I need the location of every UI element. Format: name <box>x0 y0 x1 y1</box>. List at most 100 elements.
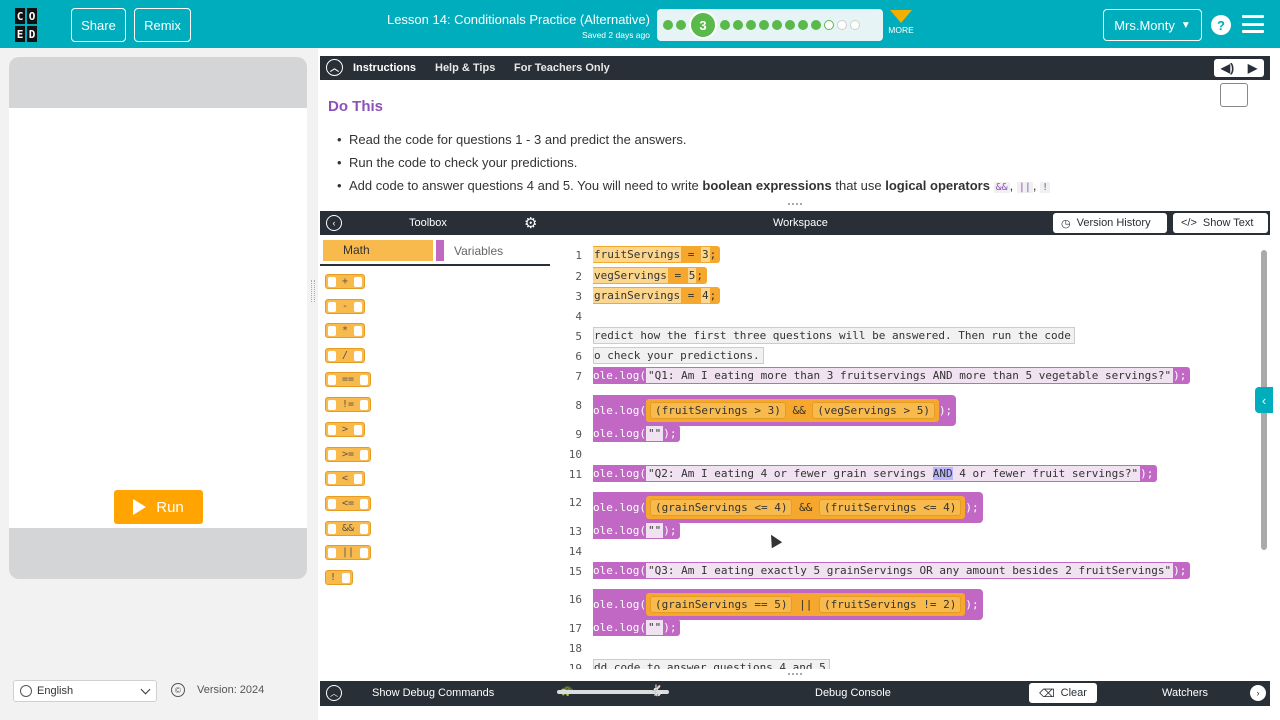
level-dot[interactable] <box>733 20 743 30</box>
code-line[interactable]: ole.log((fruitServings > 3) && (vegServi… <box>593 395 957 426</box>
code-line[interactable]: ole.log("Q2: Am I eating 4 or fewer grai… <box>593 465 1158 482</box>
version-history-button[interactable]: ◷ Version History <box>1053 213 1167 233</box>
operator-block[interactable]: > <box>325 422 366 437</box>
level-dot[interactable] <box>663 20 673 30</box>
lesson-title: Lesson 14: Conditionals Practice (Altern… <box>386 12 650 27</box>
show-text-button[interactable]: </> Show Text <box>1173 213 1268 233</box>
debug-resize-handle[interactable] <box>788 673 802 677</box>
line-number: 16 <box>568 593 582 606</box>
level-dot[interactable] <box>837 20 847 30</box>
speaker-icon[interactable]: ◀) <box>1221 61 1234 75</box>
operator-block[interactable]: < <box>325 471 366 486</box>
instructions-header: ︿ Instructions Help & Tips For Teachers … <box>320 56 1270 80</box>
instructions-resize-handle[interactable] <box>788 203 802 207</box>
line-number: 5 <box>575 330 582 343</box>
more-chevron-icon <box>890 10 912 23</box>
chevron-right-icon[interactable]: › <box>1250 685 1266 701</box>
line-number: 6 <box>575 350 582 363</box>
level-dot[interactable] <box>811 20 821 30</box>
level-dot[interactable] <box>759 20 769 30</box>
operator-block[interactable]: == <box>325 372 372 387</box>
gear-icon[interactable]: ⚙ <box>524 214 537 232</box>
operator-block[interactable]: / <box>325 348 366 363</box>
line-number: 13 <box>568 525 582 538</box>
tab-teachers-only[interactable]: For Teachers Only <box>514 62 610 74</box>
operator-block[interactable]: >= <box>325 447 372 462</box>
level-dot[interactable] <box>785 20 795 30</box>
category-variables[interactable]: Variables <box>436 240 550 261</box>
line-number: 14 <box>568 545 582 558</box>
code-line[interactable]: ole.log("Q1: Am I eating more than 3 fru… <box>593 367 1191 384</box>
language-select[interactable]: English <box>13 680 157 702</box>
immersive-reader-icon[interactable] <box>1220 83 1248 107</box>
help-icon[interactable]: ? <box>1211 15 1231 35</box>
clock-icon: ◷ <box>1061 217 1071 230</box>
code-line[interactable]: ole.log("Q3: Am I eating exactly 5 grain… <box>593 562 1191 579</box>
code-line[interactable]: ole.log(""); <box>593 619 681 636</box>
play-icon <box>133 499 147 515</box>
share-button[interactable]: Share <box>71 8 126 42</box>
level-dot[interactable] <box>798 20 808 30</box>
level-dot[interactable] <box>772 20 782 30</box>
copyright-icon[interactable]: © <box>171 683 185 697</box>
workspace-scrollbar[interactable] <box>1261 245 1267 655</box>
operator-block[interactable]: ! <box>325 570 354 585</box>
code-line[interactable]: ole.log(""); <box>593 425 681 442</box>
watchers-label[interactable]: Watchers <box>1162 687 1208 699</box>
operator-block[interactable]: * <box>325 323 366 338</box>
collapse-toolbox-icon[interactable]: ‹ <box>326 215 342 231</box>
code-line[interactable]: vegServings = 5; <box>593 267 707 284</box>
tab-instructions[interactable]: Instructions <box>344 56 425 80</box>
instruction-item: Add code to answer questions 4 and 5. Yo… <box>337 178 1051 193</box>
code-org-logo[interactable]: C O E D <box>14 7 50 43</box>
comment-line[interactable]: o check your predictions. <box>593 347 764 364</box>
operator-block[interactable]: || <box>325 545 372 560</box>
level-dot[interactable] <box>746 20 756 30</box>
play-audio-icon[interactable]: ▶ <box>1248 61 1257 75</box>
code-line[interactable]: ole.log((grainServings == 5) || (fruitSe… <box>593 589 983 620</box>
operator-block[interactable]: && <box>325 521 372 536</box>
language-value: English <box>37 685 74 697</box>
hamburger-menu-icon[interactable] <box>1242 15 1264 33</box>
logo-letter: E <box>14 25 26 43</box>
stage-header <box>9 57 307 108</box>
level-dot[interactable] <box>824 20 834 30</box>
current-level-bubble[interactable]: 3 <box>689 11 717 39</box>
code-icon: </> <box>1181 217 1197 229</box>
show-debug-commands[interactable]: Show Debug Commands <box>372 687 494 699</box>
instruction-item: Run the code to check your predictions. <box>337 155 1050 170</box>
line-number: 11 <box>568 468 582 481</box>
expand-debug-icon[interactable]: ︿ <box>326 685 342 701</box>
code-line[interactable]: fruitServings = 3; <box>593 246 721 263</box>
code-line[interactable]: ole.log((grainServings <= 4) && (fruitSe… <box>593 492 983 523</box>
more-levels-button[interactable]: MORE <box>887 10 915 35</box>
text-to-speech-controls[interactable]: ◀) ▶ <box>1214 59 1264 77</box>
clear-console-button[interactable]: ⌫ Clear <box>1029 683 1097 703</box>
code-workspace[interactable]: 1 2 3 4 5 6 7 8 9 10 11 12 13 14 15 16 1… <box>550 235 1260 669</box>
level-dot[interactable] <box>676 20 686 30</box>
tab-help-tips[interactable]: Help & Tips <box>435 62 495 74</box>
collapse-instructions-icon[interactable]: ︿ <box>326 59 343 76</box>
panel-resize-handle[interactable] <box>311 280 315 302</box>
expand-panel-icon[interactable]: ‹ <box>1255 387 1273 413</box>
workspace-title: Workspace <box>773 217 828 229</box>
code-line[interactable]: ole.log(""); <box>593 522 681 539</box>
comment-line[interactable]: dd code to answer questions 4 and 5 <box>593 659 830 669</box>
toolbox: Math Variables + - * / == != > >= < <= &… <box>320 235 550 669</box>
logo-letter: D <box>26 25 38 43</box>
code-line[interactable]: grainServings = 4; <box>593 287 721 304</box>
instructions-list: Read the code for questions 1 - 3 and pr… <box>337 132 1051 201</box>
level-dot[interactable] <box>720 20 730 30</box>
operator-block[interactable]: <= <box>325 496 372 511</box>
user-menu[interactable]: Mrs.Monty ▼ <box>1103 9 1202 41</box>
run-button[interactable]: Run <box>114 490 203 524</box>
category-math[interactable]: Math <box>323 240 433 261</box>
line-number: 1 <box>575 249 582 262</box>
remix-button[interactable]: Remix <box>134 8 191 42</box>
operator-block[interactable]: + <box>325 274 366 289</box>
operator-block[interactable]: - <box>325 299 366 314</box>
chevron-down-icon <box>140 684 151 695</box>
operator-block[interactable]: != <box>325 397 372 412</box>
level-dot[interactable] <box>850 20 860 30</box>
comment-line[interactable]: redict how the first three questions wil… <box>593 327 1075 344</box>
